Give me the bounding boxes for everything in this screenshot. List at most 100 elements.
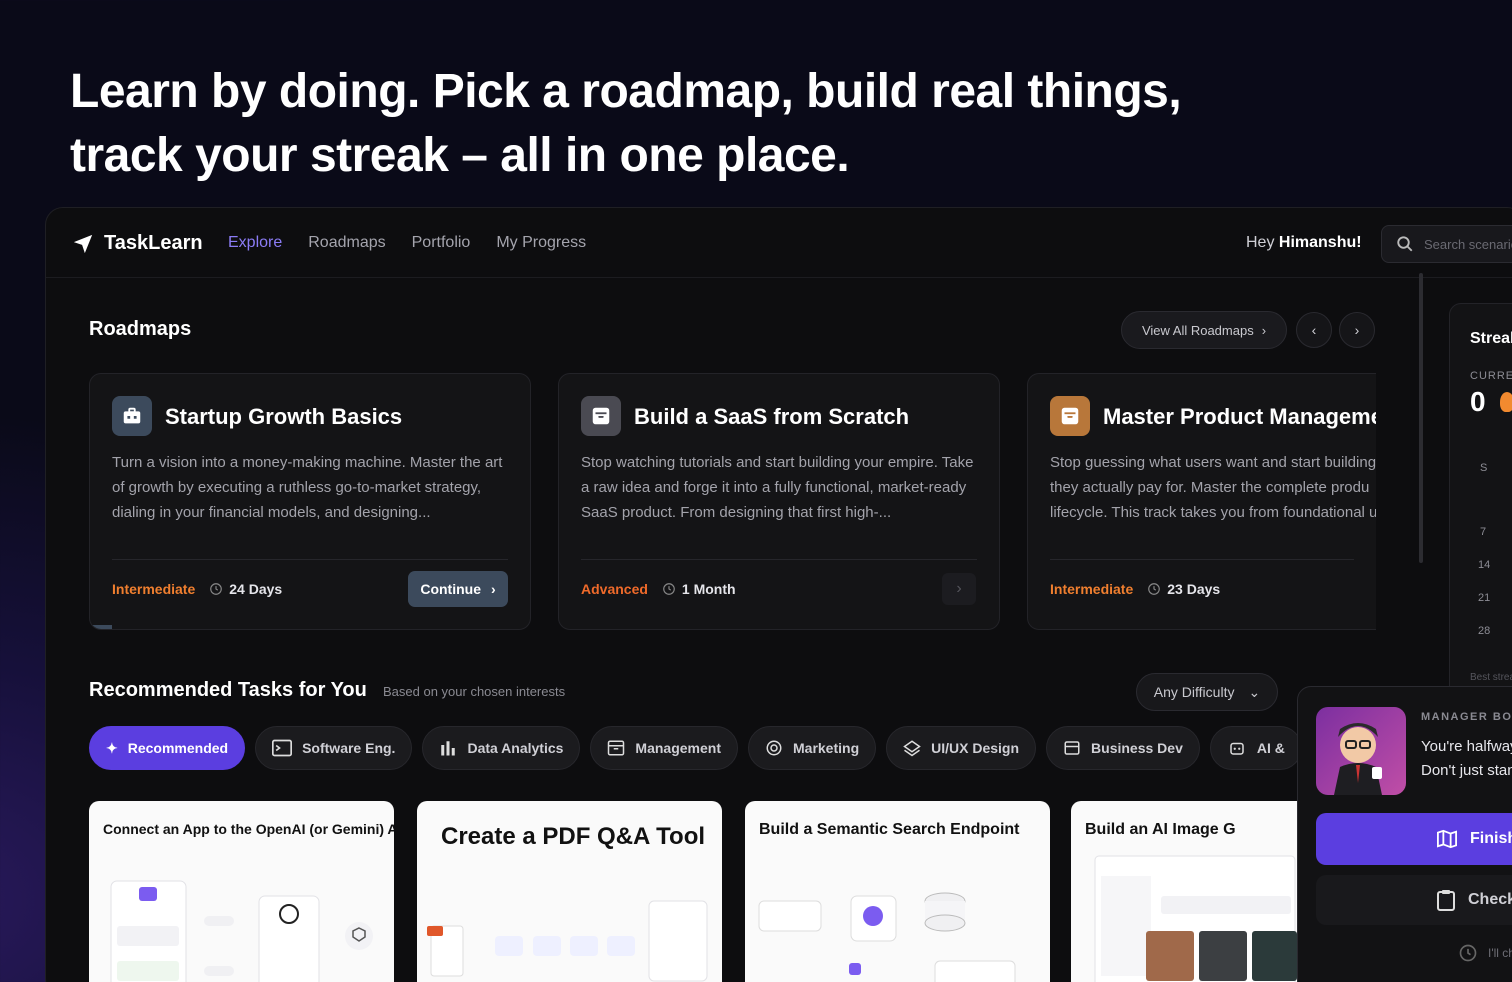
recommended-title: Recommended Tasks for You bbox=[89, 679, 367, 701]
nav-my-progress[interactable]: My Progress bbox=[496, 234, 586, 252]
chevron-right-icon: › bbox=[1261, 322, 1267, 338]
roadmap-card[interactable]: Startup Growth Basics Turn a vision into… bbox=[89, 373, 531, 630]
roadmap-desc-text: Stop guessing what users want and start … bbox=[1050, 454, 1376, 521]
task-card[interactable]: Connect an App to the OpenAI (or Gemini)… bbox=[89, 801, 394, 982]
chevron-down-icon: ⌄ bbox=[1248, 683, 1261, 700]
bar-chart-icon bbox=[441, 741, 456, 756]
roadmap-card[interactable]: Master Product Manageme Stop guessing wh… bbox=[1027, 373, 1376, 630]
carousel-next-button[interactable]: › bbox=[1339, 312, 1375, 348]
manager-message: You're halfway throu Don't just stand th… bbox=[1421, 735, 1512, 783]
map-icon bbox=[1437, 829, 1457, 849]
divider bbox=[112, 559, 508, 560]
chip-label: Software Eng. bbox=[302, 740, 396, 756]
terminal-icon bbox=[272, 739, 293, 757]
chip-label: Data Analytics bbox=[467, 740, 564, 756]
chip-management[interactable]: Management bbox=[590, 726, 738, 770]
chip-label: UI/UX Design bbox=[931, 740, 1020, 756]
greeting-prefix: Hey bbox=[1246, 234, 1275, 251]
task-card[interactable]: Create a PDF Q&A Tool bbox=[417, 801, 722, 982]
manager-popup: MANAGER BOB You're halfway throu Don't j… bbox=[1297, 686, 1512, 982]
hero-line-2: track your streak – all in one place. bbox=[70, 129, 850, 182]
roadmap-title: Startup Growth Basics bbox=[165, 404, 403, 429]
difficulty-value: Any Difficulty bbox=[1153, 684, 1235, 700]
chevron-right-icon: › bbox=[490, 581, 496, 597]
roadmap-meta: Intermediate 23 Days bbox=[1050, 581, 1220, 597]
brand-name: TaskLearn bbox=[104, 232, 203, 254]
manager-avatar bbox=[1316, 707, 1406, 795]
divider bbox=[1050, 559, 1354, 560]
calendar-day[interactable]: 28 bbox=[1478, 625, 1490, 637]
briefcase-icon bbox=[112, 396, 152, 436]
continue-button[interactable]: Continue › bbox=[408, 571, 508, 607]
calendar-day[interactable]: 14 bbox=[1478, 559, 1490, 571]
flame-icon bbox=[1500, 392, 1512, 412]
scrollbar[interactable] bbox=[1419, 273, 1423, 563]
divider bbox=[581, 559, 977, 560]
task-diagram bbox=[110, 880, 373, 982]
calendar-day[interactable]: 21 bbox=[1478, 592, 1490, 604]
app-window: TaskLearn Explore Roadmaps Portfolio My … bbox=[45, 207, 1512, 982]
roadmap-desc: Stop guessing what users want and start … bbox=[1050, 450, 1376, 525]
target-icon bbox=[766, 740, 782, 756]
manager-message-line: Don't just stand there bbox=[1421, 762, 1512, 779]
nav-explore[interactable]: Explore bbox=[228, 234, 282, 252]
hero-heading: Learn by doing. Pick a roadmap, build re… bbox=[70, 60, 1270, 188]
layers-icon bbox=[903, 740, 921, 757]
chip-ui-ux-design[interactable]: UI/UX Design bbox=[886, 726, 1037, 770]
level-badge: Intermediate bbox=[1050, 581, 1134, 597]
chip-label: Marketing bbox=[793, 740, 860, 756]
roadmap-progress-bar bbox=[90, 625, 112, 629]
category-chips: ✦ Recommended Software Eng. Data Analyti… bbox=[89, 726, 1302, 770]
chip-business-dev[interactable]: Business Dev bbox=[1046, 726, 1200, 770]
chevron-right-icon: › bbox=[1354, 322, 1360, 338]
clipboard-icon bbox=[1437, 890, 1455, 911]
nav-portfolio[interactable]: Portfolio bbox=[412, 234, 471, 252]
carousel-prev-button[interactable]: ‹ bbox=[1296, 312, 1332, 348]
brand-logo[interactable]: TaskLearn bbox=[72, 232, 203, 255]
view-all-roadmaps-button[interactable]: View All Roadmaps › bbox=[1121, 311, 1287, 349]
roadmap-meta: Intermediate 24 Days bbox=[112, 581, 282, 597]
difficulty-select[interactable]: Any Difficulty ⌄ bbox=[1136, 673, 1278, 711]
roadmaps-title: Roadmaps bbox=[89, 318, 192, 340]
clock-icon bbox=[1148, 583, 1161, 595]
open-roadmap-button[interactable]: › bbox=[942, 573, 976, 605]
chevron-left-icon: ‹ bbox=[1311, 322, 1317, 338]
chip-data-analytics[interactable]: Data Analytics bbox=[422, 726, 581, 770]
duration: 1 Month bbox=[662, 581, 736, 597]
roadmap-desc: Turn a vision into a money-making machin… bbox=[112, 454, 503, 521]
roadmap-desc: Stop watching tutorials and start buildi… bbox=[581, 454, 974, 521]
roadmap-title: Master Product Manageme bbox=[1103, 404, 1376, 429]
calendar-day-header: S bbox=[1480, 462, 1488, 474]
chip-label: AI & bbox=[1256, 740, 1285, 756]
streak-title: Streak bbox=[1470, 330, 1512, 347]
chip-label: Recommended bbox=[127, 740, 229, 756]
nav-roadmaps[interactable]: Roadmaps bbox=[308, 234, 385, 252]
level-badge: Intermediate bbox=[112, 581, 196, 597]
check-pending-button[interactable]: Check Pend bbox=[1316, 875, 1512, 925]
calendar-day[interactable]: 7 bbox=[1480, 526, 1486, 538]
view-all-label: View All Roadmaps bbox=[1141, 322, 1254, 338]
chip-recommended[interactable]: ✦ Recommended bbox=[89, 726, 246, 770]
search-input[interactable]: Search scenario bbox=[1381, 225, 1512, 263]
task-card[interactable]: Build an AI Image G bbox=[1071, 801, 1301, 982]
later-label: I'll check it bbox=[1488, 946, 1512, 960]
streak-panel: Streak CURRE 0 S 7 14 21 28 Best streak bbox=[1449, 303, 1512, 698]
sparkle-icon: ✦ bbox=[106, 739, 118, 756]
duration-text: 24 Days bbox=[229, 581, 283, 597]
duration: 23 Days bbox=[1147, 581, 1220, 597]
roadmap-card[interactable]: Build a SaaS from Scratch Stop watching … bbox=[558, 373, 1000, 630]
task-card[interactable]: Build a Semantic Search Endpoint bbox=[745, 801, 1050, 982]
duration: 24 Days bbox=[209, 581, 282, 597]
check-later-link[interactable]: I'll check it bbox=[1458, 943, 1512, 963]
finish-your-roadmap-button[interactable]: Finish Your I bbox=[1316, 813, 1512, 865]
clock-icon bbox=[663, 583, 675, 595]
chip-ai[interactable]: AI & bbox=[1209, 726, 1302, 770]
chip-software-eng[interactable]: Software Eng. bbox=[255, 726, 413, 770]
recommended-subtitle: Based on your chosen interests bbox=[383, 684, 566, 699]
current-streak-label: CURRE bbox=[1470, 370, 1512, 382]
search-icon bbox=[1397, 236, 1413, 252]
robot-icon bbox=[1230, 742, 1244, 755]
current-streak-value: 0 bbox=[1470, 386, 1486, 417]
best-streak-label: Best streak bbox=[1470, 672, 1512, 683]
chip-marketing[interactable]: Marketing bbox=[748, 726, 877, 770]
